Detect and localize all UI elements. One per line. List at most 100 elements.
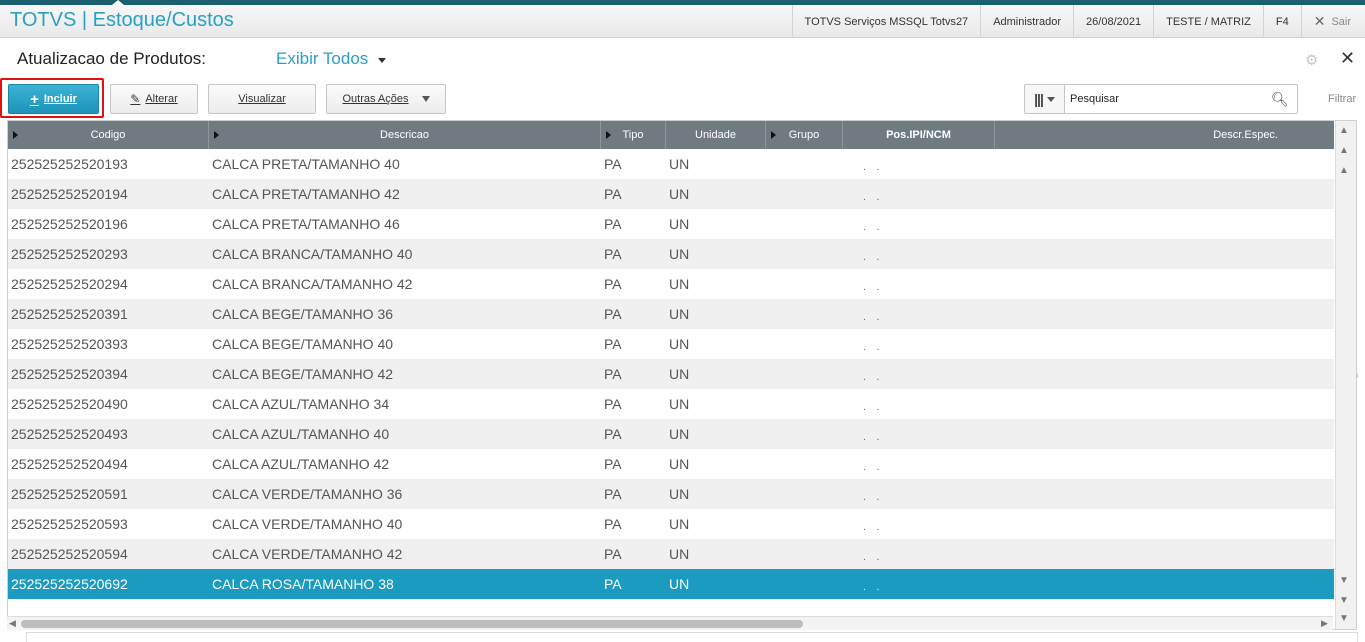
outras-acoes-button[interactable]: Outras Ações xyxy=(326,84,446,114)
table-row[interactable]: 252525252520591 CALCA VERDE/TAMANHO 36 PA U… xyxy=(8,479,1334,509)
cell-ncm: . . xyxy=(863,491,884,503)
table-row[interactable]: 252525252520594 CALCA VERDE/TAMANHO 42 PA U… xyxy=(8,539,1334,569)
user-info[interactable]: Administrador xyxy=(980,5,1073,38)
cell-tipo: PA xyxy=(604,396,622,412)
alterar-button[interactable]: ✎ Alterar xyxy=(110,84,198,114)
column-header-ncm[interactable]: Pos.IPI/NCM xyxy=(843,121,995,149)
cell-descricao: CALCA BEGE/TAMANHO 36 xyxy=(212,306,394,322)
cell-unidade: UN xyxy=(669,456,690,472)
outras-acoes-label: Outras Ações xyxy=(342,93,409,105)
table-row[interactable]: 252525252520194 CALCA PRETA/TAMANHO 42 PA U… xyxy=(8,179,1334,209)
column-menu-icon[interactable] xyxy=(13,131,18,139)
server-info[interactable]: TOTVS Serviços MSSQL Totvs27 xyxy=(791,5,981,38)
cell-tipo: PA xyxy=(604,276,622,292)
table-row[interactable]: 252525252520293 CALCA BRANCA/TAMANHO 40 PA… xyxy=(8,239,1334,269)
close-icon[interactable]: ✕ xyxy=(1340,48,1355,69)
close-icon: ✕ xyxy=(1313,13,1326,29)
table-row[interactable]: 252525252520494 CALCA AZUL/TAMANHO 42 PA UN… xyxy=(8,449,1334,479)
cell-descricao: CALCA VERDE/TAMANHO 40 xyxy=(212,516,403,532)
cell-tipo: PA xyxy=(604,186,622,202)
cell-unidade: UN xyxy=(669,276,690,292)
cell-descricao: CALCA AZUL/TAMANHO 34 xyxy=(212,396,390,412)
cell-tipo: PA xyxy=(604,156,622,172)
table-row[interactable]: 252525252520193 CALCA PRETA/TAMANHO 40 PA U… xyxy=(8,149,1334,179)
scroll-top-icon[interactable]: ▲ xyxy=(1339,125,1349,136)
table-row[interactable]: 252525252520490 CALCA AZUL/TAMANHO 34 PA UN… xyxy=(8,389,1334,419)
table-row[interactable]: 252525252520393 CALCA BEGE/TAMANHO 40 PA UN… xyxy=(8,329,1334,359)
column-menu-icon[interactable] xyxy=(606,131,611,139)
columns-toggle[interactable]: ||| xyxy=(1025,85,1065,113)
cell-codigo: 252525252520591 xyxy=(11,486,128,502)
table-row[interactable]: 252525252520593 CALCA VERDE/TAMANHO 40 PA U… xyxy=(8,509,1334,539)
cell-ncm: . . xyxy=(863,311,884,323)
column-header-descricao[interactable]: Descricao xyxy=(209,121,601,149)
chevron-down-icon xyxy=(1046,96,1055,102)
cell-codigo: 252525252520193 xyxy=(11,156,128,172)
column-menu-icon[interactable] xyxy=(771,131,776,139)
horizontal-scrollbar[interactable]: ◀ ▶ xyxy=(7,616,1333,630)
table-row[interactable]: 252525252520394 CALCA BEGE/TAMANHO 42 PA UN… xyxy=(8,359,1334,389)
cell-tipo: PA xyxy=(604,576,622,592)
scroll-left-icon[interactable]: ◀ xyxy=(9,618,16,629)
column-header-unidade[interactable]: Unidade xyxy=(666,121,766,149)
cell-ncm: . . xyxy=(863,461,884,473)
side-collapse-icon[interactable]: ‹ xyxy=(1356,370,1359,380)
bottom-panel xyxy=(26,632,1358,642)
exit-button[interactable]: ✕ Sair xyxy=(1300,5,1365,38)
company-info[interactable]: TESTE / MATRIZ xyxy=(1153,5,1263,38)
filtrar-link[interactable]: Filtrar xyxy=(1328,93,1356,105)
date-info[interactable]: 26/08/2021 xyxy=(1073,5,1153,38)
columns-icon: ||| xyxy=(1034,91,1044,107)
cell-ncm: . . xyxy=(863,401,884,413)
cell-tipo: PA xyxy=(604,366,622,382)
cell-ncm: . . xyxy=(863,191,884,203)
table-row[interactable]: 252525252520493 CALCA AZUL/TAMANHO 40 PA UN… xyxy=(8,419,1334,449)
visualizar-button[interactable]: Visualizar xyxy=(208,84,316,114)
cell-codigo: 252525252520293 xyxy=(11,246,128,262)
cell-codigo: 252525252520196 xyxy=(11,216,128,232)
cell-codigo: 252525252520294 xyxy=(11,276,128,292)
app-title: TOTVS | Estoque/Custos xyxy=(10,9,234,31)
search-icon[interactable]: 🔍︎ xyxy=(1271,91,1289,108)
view-filter-dropdown[interactable]: Exibir Todos xyxy=(276,49,387,69)
alterar-label: Alterar xyxy=(145,93,178,105)
column-header-descr-espec[interactable]: Descr.Espec. xyxy=(995,121,1334,149)
cell-ncm: . . xyxy=(863,521,884,533)
cell-tipo: PA xyxy=(604,246,622,262)
table-row[interactable]: 252525252520196 CALCA PRETA/TAMANHO 46 PA U… xyxy=(8,209,1334,239)
cell-descricao: CALCA PRETA/TAMANHO 46 xyxy=(212,216,400,232)
cell-unidade: UN xyxy=(669,366,690,382)
hotkey-f4[interactable]: F4 xyxy=(1262,5,1301,38)
scroll-bottom-icon[interactable]: ▼ xyxy=(1339,613,1349,624)
column-header-tipo[interactable]: Tipo xyxy=(601,121,666,149)
header-info: TOTVS Serviços MSSQL Totvs27 Administrad… xyxy=(791,5,1365,38)
cell-codigo: 252525252520594 xyxy=(11,546,128,562)
search-input[interactable] xyxy=(1065,93,1265,105)
cell-unidade: UN xyxy=(669,216,690,232)
cell-ncm: . . xyxy=(863,581,884,593)
vertical-scrollbar[interactable]: ▲ ▲ ▲ ▼ ▼ ▼ xyxy=(1335,121,1356,629)
cell-unidade: UN xyxy=(669,156,690,172)
scroll-page-up-icon[interactable]: ▲ xyxy=(1339,145,1349,156)
products-table: Codigo Descricao Tipo Unidade Grupo Pos.… xyxy=(7,120,1357,630)
scroll-page-down-icon[interactable]: ▼ xyxy=(1339,595,1349,606)
table-row[interactable]: 252525252520391 CALCA BEGE/TAMANHO 36 PA UN… xyxy=(8,299,1334,329)
cell-descricao: CALCA PRETA/TAMANHO 42 xyxy=(212,186,400,202)
column-header-codigo[interactable]: Codigo xyxy=(8,121,209,149)
cell-codigo: 252525252520494 xyxy=(11,456,128,472)
column-header-grupo[interactable]: Grupo xyxy=(766,121,843,149)
table-row[interactable]: 252525252520692 CALCA ROSA/TAMANHO 38 PA UN… xyxy=(8,569,1334,599)
gear-icon[interactable]: ⚙ xyxy=(1305,51,1318,69)
cell-unidade: UN xyxy=(669,576,690,592)
incluir-button[interactable]: + Incluir xyxy=(8,84,99,114)
horizontal-scroll-thumb[interactable] xyxy=(21,620,803,628)
cell-tipo: PA xyxy=(604,216,622,232)
table-row[interactable]: 252525252520294 CALCA BRANCA/TAMANHO 42 PA… xyxy=(8,269,1334,299)
scroll-up-icon[interactable]: ▲ xyxy=(1339,165,1349,176)
scroll-right-icon[interactable]: ▶ xyxy=(1321,618,1328,629)
chevron-down-icon xyxy=(421,96,430,102)
cell-tipo: PA xyxy=(604,486,622,502)
column-menu-icon[interactable] xyxy=(214,131,219,139)
scroll-down-icon[interactable]: ▼ xyxy=(1339,575,1349,586)
cell-tipo: PA xyxy=(604,456,622,472)
